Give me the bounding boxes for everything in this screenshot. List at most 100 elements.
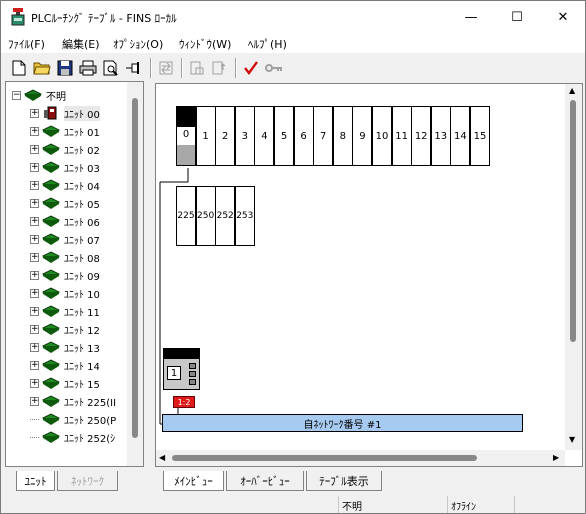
- slot-expansion[interactable]: 253: [234, 186, 255, 246]
- tree-item[interactable]: + ﾕﾆｯﾄ 09: [30, 266, 100, 284]
- tree-item[interactable]: + ﾕﾆｯﾄ 06: [30, 212, 100, 230]
- tree-item[interactable]: + ﾕﾆｯﾄ 07: [30, 230, 100, 248]
- tree-item[interactable]: + ﾕﾆｯﾄ 15: [30, 374, 100, 392]
- scroll-up-icon[interactable]: ▲: [569, 86, 575, 95]
- print-button[interactable]: [77, 57, 99, 79]
- tree-item[interactable]: ﾕﾆｯﾄ 250(P: [30, 410, 116, 428]
- slot-expansion[interactable]: 252: [215, 186, 236, 246]
- node-address-badge[interactable]: 1:2: [173, 396, 195, 408]
- expand-icon[interactable]: +: [30, 126, 39, 136]
- tree-item[interactable]: + ﾕﾆｯﾄ 11: [30, 302, 100, 320]
- print-preview-button[interactable]: [100, 57, 122, 79]
- slot[interactable]: 14: [450, 106, 471, 166]
- network-bar[interactable]: 自ﾈｯﾄﾜｰｸ番号 #1: [162, 414, 523, 432]
- menu-edit[interactable]: 編集(E): [62, 36, 100, 52]
- tab-overview[interactable]: ｵｰﾊﾞｰﾋﾞｭｰ: [226, 471, 304, 491]
- menu-window[interactable]: ｳｨﾝﾄﾞｳ(W): [179, 36, 231, 52]
- canvas-vertical-scrollbar[interactable]: ▲ ▼: [565, 84, 582, 450]
- minimize-button[interactable]: —: [448, 1, 494, 33]
- tab-table-view[interactable]: ﾃｰﾌﾞﾙ表示: [306, 471, 382, 491]
- tree-item[interactable]: ﾕﾆｯﾄ 252(ｼ: [30, 428, 115, 446]
- expand-icon[interactable]: +: [30, 162, 39, 172]
- tree-item[interactable]: + ﾕﾆｯﾄ 04: [30, 176, 100, 194]
- expand-icon[interactable]: +: [30, 216, 39, 226]
- scroll-right-icon[interactable]: ▶: [553, 453, 559, 462]
- menu-help[interactable]: ﾍﾙﾌﾟ(H): [248, 36, 287, 52]
- expand-icon[interactable]: +: [30, 396, 39, 406]
- slot-expansion[interactable]: 225: [176, 186, 196, 246]
- collapse-icon[interactable]: −: [12, 90, 21, 100]
- open-button[interactable]: [31, 57, 53, 79]
- upload-button[interactable]: [208, 57, 230, 79]
- slot-cpu[interactable]: 0: [176, 106, 196, 166]
- tree-item[interactable]: + ﾕﾆｯﾄ 01: [30, 122, 100, 140]
- menu-file[interactable]: ﾌｧｲﾙ(F): [8, 36, 45, 52]
- scroll-left-icon[interactable]: ◀: [159, 453, 165, 462]
- slot[interactable]: 3: [234, 106, 255, 166]
- transfer-button[interactable]: [155, 57, 177, 79]
- tab-network[interactable]: ﾈｯﾄﾜｰｸ: [57, 471, 118, 491]
- download-button[interactable]: [186, 57, 208, 79]
- tree-item[interactable]: + ﾕﾆｯﾄ 03: [30, 158, 100, 176]
- slot[interactable]: 6: [293, 106, 314, 166]
- expand-icon[interactable]: +: [30, 252, 39, 262]
- maximize-button[interactable]: ☐: [494, 1, 540, 33]
- app-icon: [11, 8, 25, 26]
- slot[interactable]: 15: [470, 106, 490, 166]
- close-button[interactable]: ✕: [540, 1, 585, 33]
- menu-options[interactable]: ｵﾌﾟｼｮﾝ(O): [113, 36, 163, 52]
- expand-icon[interactable]: +: [30, 108, 39, 118]
- expand-icon[interactable]: +: [30, 360, 39, 370]
- node-unit[interactable]: 1: [163, 348, 200, 390]
- expand-icon[interactable]: +: [30, 234, 39, 244]
- tab-main-view[interactable]: ﾒｲﾝﾋﾞｭｰ: [163, 471, 224, 491]
- expand-icon[interactable]: +: [30, 288, 39, 298]
- unit-module-icon: [42, 395, 60, 407]
- expand-icon[interactable]: +: [30, 306, 39, 316]
- unit-tree[interactable]: − 不明 + ﾕﾆｯﾄ 00 + ﾕﾆｯﾄ 01 + ﾕﾆｯﾄ 02 + ﾕﾆｯﾄ 03 + ﾕﾆ…: [5, 81, 144, 467]
- tab-units[interactable]: ﾕﾆｯﾄ: [16, 471, 55, 491]
- slot-expansion[interactable]: 250: [195, 186, 216, 246]
- slot[interactable]: 10: [372, 106, 392, 166]
- tree-item[interactable]: + ﾕﾆｯﾄ 13: [30, 338, 100, 356]
- tree-item[interactable]: + ﾕﾆｯﾄ 14: [30, 356, 100, 374]
- tree-item[interactable]: + ﾕﾆｯﾄ 10: [30, 284, 100, 302]
- canvas-vscroll-thumb[interactable]: [570, 100, 576, 342]
- slot[interactable]: 2: [215, 106, 236, 166]
- slot[interactable]: 1: [195, 106, 216, 166]
- tree-vertical-scrollbar[interactable]: [127, 82, 143, 466]
- slot[interactable]: 13: [430, 106, 451, 166]
- slot[interactable]: 9: [352, 106, 373, 166]
- expand-icon[interactable]: +: [30, 378, 39, 388]
- slot[interactable]: 11: [391, 106, 412, 166]
- tree-root[interactable]: − 不明: [12, 86, 66, 104]
- slot[interactable]: 8: [332, 106, 353, 166]
- expand-icon[interactable]: +: [30, 198, 39, 208]
- key-button[interactable]: [263, 57, 285, 79]
- canvas-hscroll-thumb[interactable]: [172, 455, 477, 461]
- slot[interactable]: 4: [254, 106, 275, 166]
- tree-item[interactable]: + ﾕﾆｯﾄ 08: [30, 248, 100, 266]
- check-button[interactable]: [240, 57, 262, 79]
- slot[interactable]: 12: [411, 106, 432, 166]
- canvas-horizontal-scrollbar[interactable]: ◀ ▶: [156, 450, 565, 466]
- expand-icon[interactable]: +: [30, 342, 39, 352]
- tree-scroll-thumb[interactable]: [132, 98, 138, 438]
- rack-canvas[interactable]: 0 1 2 3 4 5 6 7 8 9 10 11 12 13 14 15 225 250 252 253 1 1:…: [155, 83, 583, 467]
- new-button[interactable]: [8, 57, 30, 79]
- tree-item[interactable]: + ﾕﾆｯﾄ 00: [30, 104, 100, 122]
- expand-icon[interactable]: +: [30, 270, 39, 280]
- save-button[interactable]: [54, 57, 76, 79]
- tree-item[interactable]: + ﾕﾆｯﾄ 12: [30, 320, 100, 338]
- slot[interactable]: 5: [274, 106, 294, 166]
- tree-item[interactable]: + ﾕﾆｯﾄ 05: [30, 194, 100, 212]
- expand-icon[interactable]: +: [30, 324, 39, 334]
- tree-item[interactable]: + ﾕﾆｯﾄ 225(II: [30, 392, 116, 410]
- expand-icon[interactable]: +: [30, 144, 39, 154]
- scroll-down-icon[interactable]: ▼: [569, 435, 575, 444]
- unit-module-icon: [42, 143, 60, 155]
- tree-item[interactable]: + ﾕﾆｯﾄ 02: [30, 140, 100, 158]
- expand-icon[interactable]: +: [30, 180, 39, 190]
- slot[interactable]: 7: [313, 106, 334, 166]
- pin-button[interactable]: [123, 57, 145, 79]
